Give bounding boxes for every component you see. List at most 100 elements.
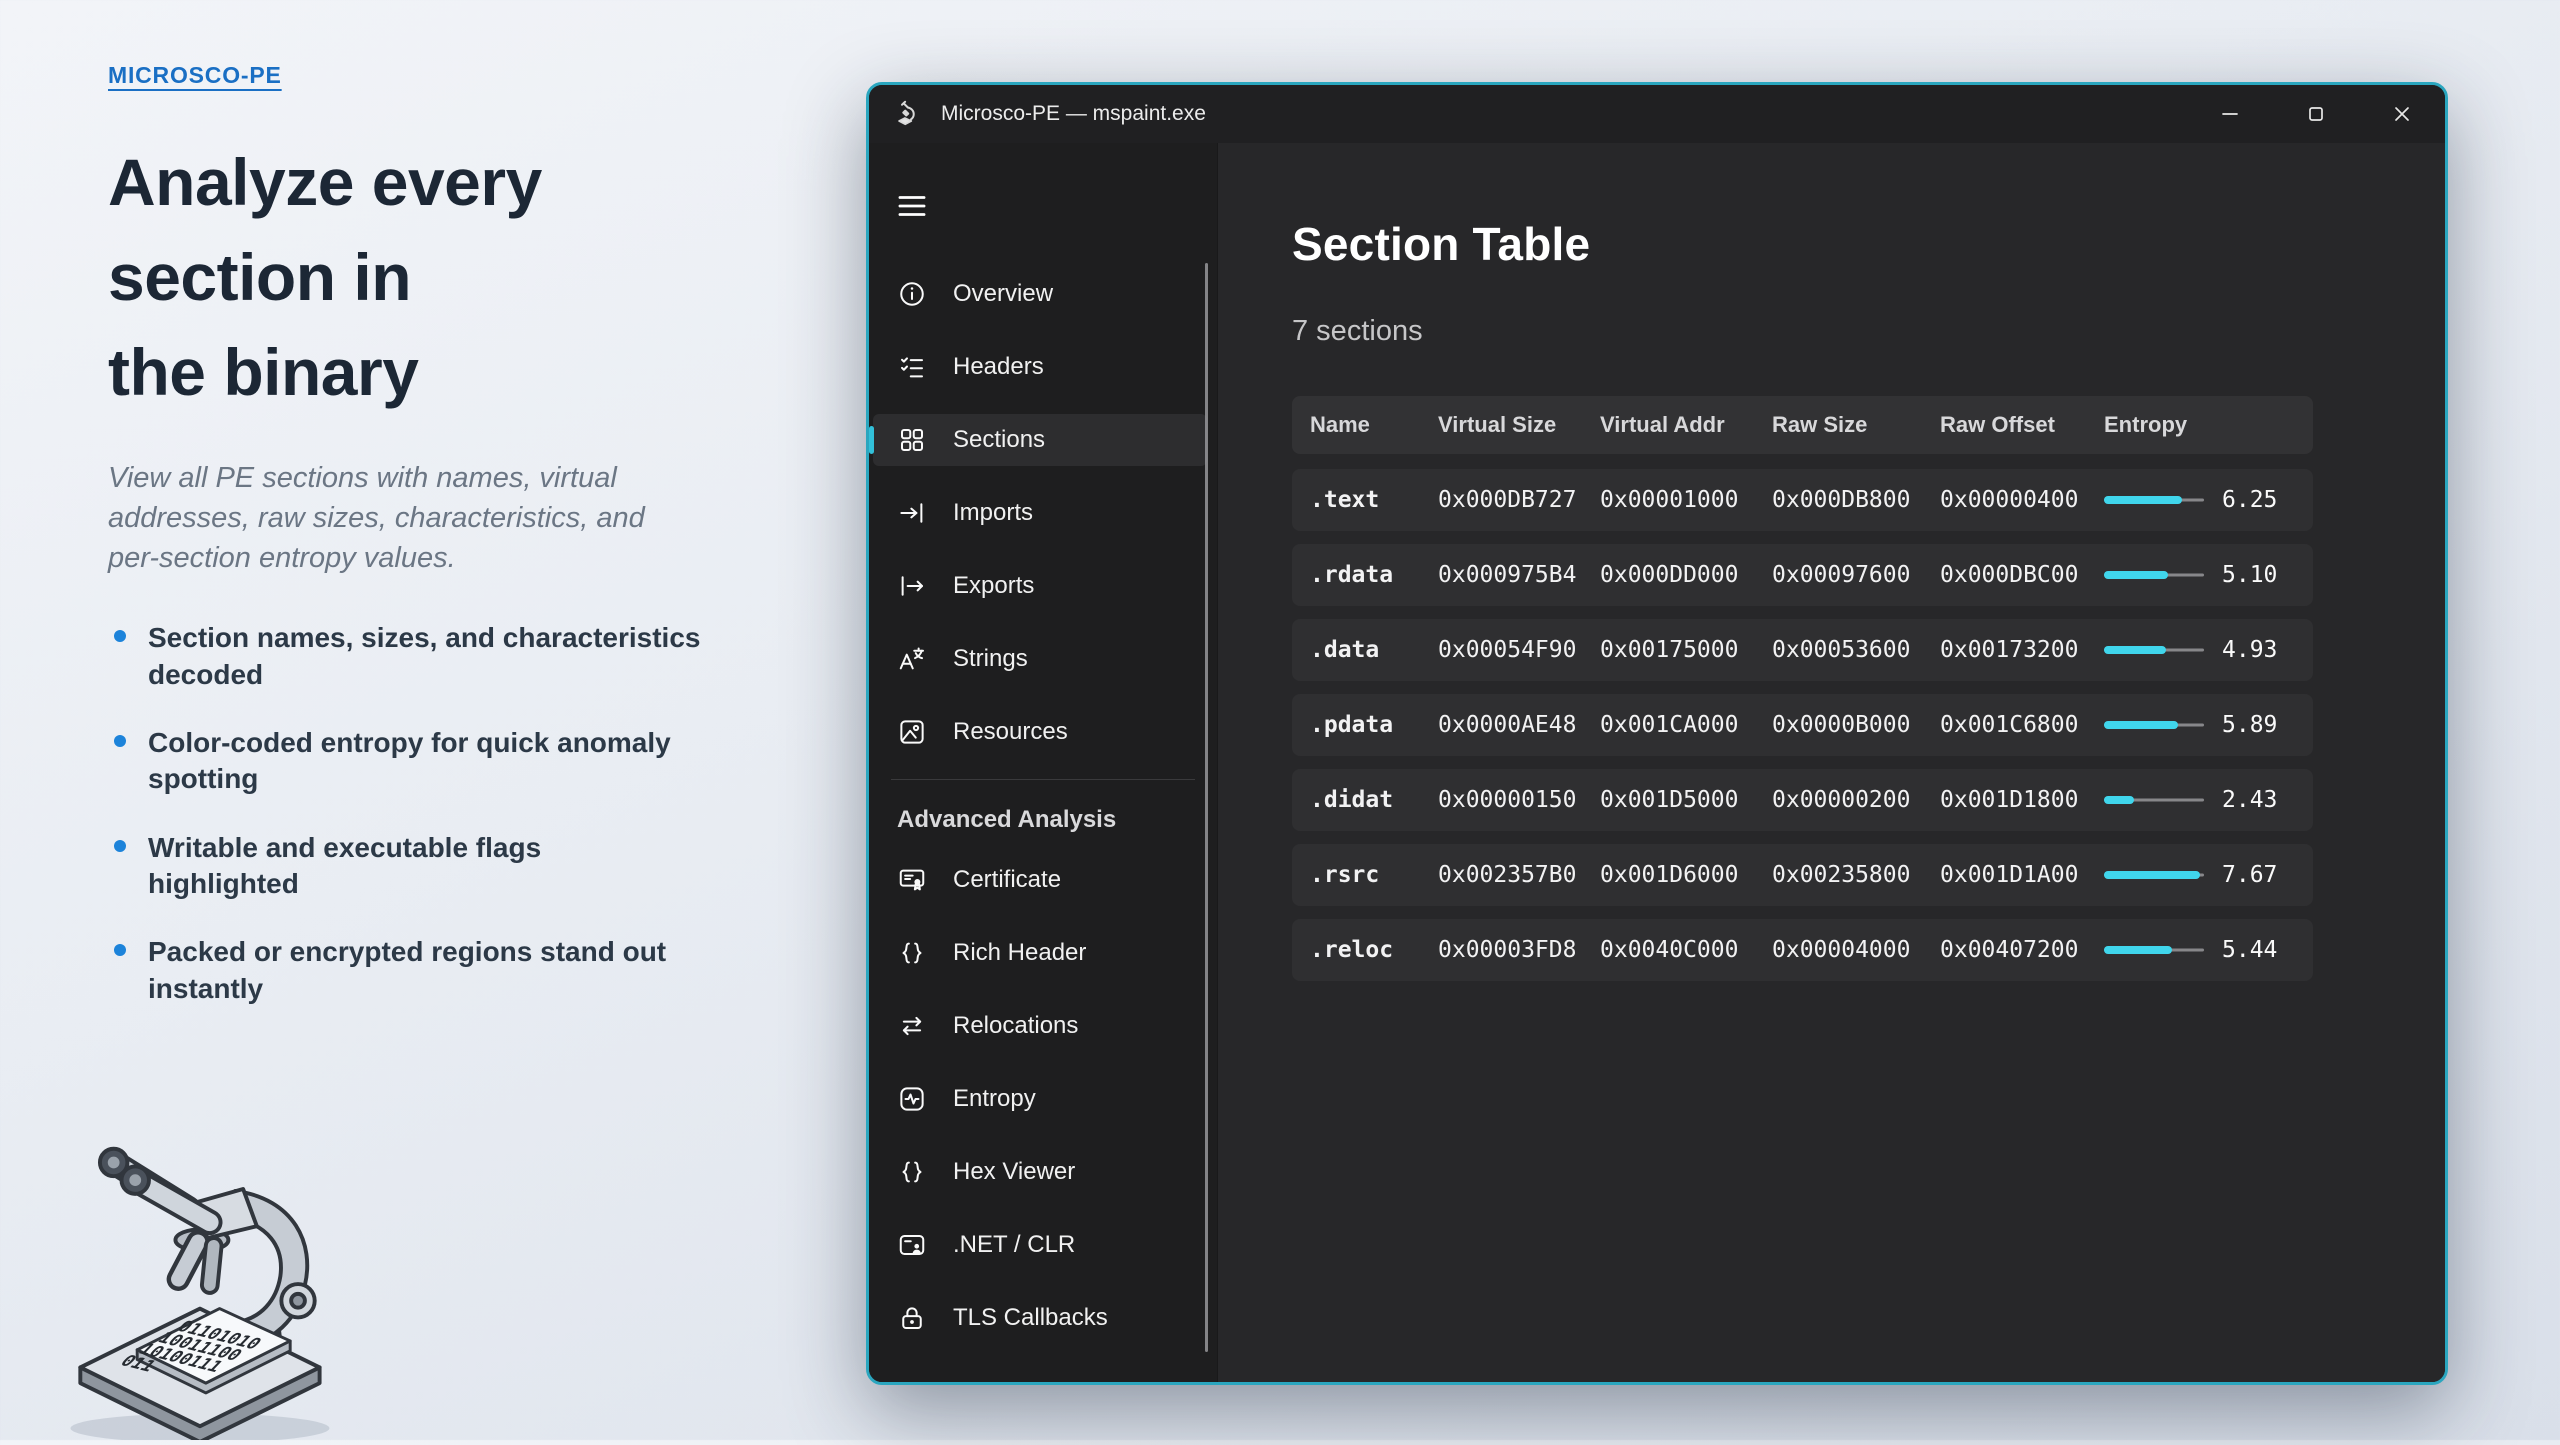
cell-virtual-addr: 0x0040C000 [1600,937,1772,963]
maximize-button[interactable] [2291,92,2341,136]
sidebar-item-label: Relocations [953,1012,1078,1040]
sidebar-scrollbar[interactable] [1205,263,1208,1352]
table-row[interactable]: .text 0x000DB727 0x00001000 0x000DB800 0… [1292,469,2313,531]
sidebar-item-imports[interactable]: Imports [873,487,1207,539]
entropy-bar [2104,720,2204,730]
entropy-cell: 7.67 [2104,862,2295,888]
table-row[interactable]: .reloc 0x00003FD8 0x0040C000 0x00004000 … [1292,919,2313,981]
bullet-text: Section names, sizes, and characteristic… [148,622,700,689]
sidebar-item-exports[interactable]: Exports [873,560,1207,612]
cell-virtual-addr: 0x000DD000 [1600,562,1772,588]
feature-bullet: Color-coded entropy for quick anomaly sp… [108,725,768,798]
window-titlebar: Microsco-PE — mspaint.exe [869,85,2445,143]
cell-raw-size: 0x0000B000 [1772,712,1940,738]
entropy-bar [2104,795,2204,805]
bullet-text: Writable and executable flags highlighte… [148,832,541,899]
feature-bullet: Section names, sizes, and characteristic… [108,620,768,693]
sidebar-item-label: Overview [953,280,1053,308]
table-row[interactable]: .data 0x00054F90 0x00175000 0x00053600 0… [1292,619,2313,681]
column-header-entropy: Entropy [2104,412,2295,438]
sidebar-item-label: Hex Viewer [953,1158,1075,1186]
cell-virtual-size: 0x000975B4 [1438,562,1600,588]
cell-virtual-size: 0x000DB727 [1438,487,1600,513]
hero-subtitle: View all PE sections with names, virtual… [108,458,768,578]
cell-virtual-size: 0x0000AE48 [1438,712,1600,738]
minimize-button[interactable] [2205,92,2255,136]
menu-button[interactable] [895,189,929,223]
sidebar-item-net-clr[interactable]: .NET / CLR [873,1219,1207,1271]
app-microscope-icon [893,99,923,129]
sidebar-nav-main: Overview Headers Sections Imports Export… [869,268,1217,758]
card-person-icon [897,1230,927,1260]
entropy-cell: 6.25 [2104,487,2295,513]
cell-raw-size: 0x00235800 [1772,862,1940,888]
brand-link[interactable]: MICROSCO-PE [108,62,282,89]
entropy-value: 6.25 [2222,487,2277,513]
entropy-value: 4.93 [2222,637,2277,663]
cell-section-name: .data [1310,637,1438,663]
entropy-cell: 2.43 [2104,787,2295,813]
arrow-import-icon [897,498,927,528]
sidebar-nav-advanced: Certificate Rich Header Relocations Entr… [869,854,1217,1344]
sidebar-item-certificate[interactable]: Certificate [873,854,1207,906]
table-row[interactable]: .rsrc 0x002357B0 0x001D6000 0x00235800 0… [1292,844,2313,906]
cell-raw-offset: 0x00173200 [1940,637,2104,663]
section-table: NameVirtual SizeVirtual AddrRaw SizeRaw … [1292,396,2313,981]
sidebar-item-label: Resources [953,718,1068,746]
table-row[interactable]: .didat 0x00000150 0x001D5000 0x00000200 … [1292,769,2313,831]
close-button[interactable] [2377,92,2427,136]
cell-section-name: .pdata [1310,712,1438,738]
entropy-cell: 4.93 [2104,637,2295,663]
translate-icon [897,644,927,674]
sidebar-divider [891,779,1195,780]
sidebar-item-tls-callbacks[interactable]: TLS Callbacks [873,1292,1207,1344]
cell-raw-offset: 0x000DBC00 [1940,562,2104,588]
table-body: .text 0x000DB727 0x00001000 0x000DB800 0… [1292,469,2313,981]
entropy-cell: 5.44 [2104,937,2295,963]
sidebar-item-label: Certificate [953,866,1061,894]
sidebar-item-sections[interactable]: Sections [873,414,1207,466]
arrow-export-icon [897,571,927,601]
sidebar-item-label: Strings [953,645,1028,673]
info-icon [897,279,927,309]
cell-section-name: .text [1310,487,1438,513]
entropy-bar-fill [2104,946,2172,954]
sidebar-item-relocations[interactable]: Relocations [873,1000,1207,1052]
entropy-bar [2104,945,2204,955]
sidebar-item-hex-viewer[interactable]: Hex Viewer [873,1146,1207,1198]
cell-virtual-size: 0x00000150 [1438,787,1600,813]
table-row[interactable]: .rdata 0x000975B4 0x000DD000 0x00097600 … [1292,544,2313,606]
cell-raw-offset: 0x00407200 [1940,937,2104,963]
image-icon [897,717,927,747]
sidebar-section-label: Advanced Analysis [869,806,1217,834]
entropy-bar-fill [2104,871,2200,879]
cell-raw-size: 0x00053600 [1772,637,1940,663]
table-row[interactable]: .pdata 0x0000AE48 0x001CA000 0x0000B000 … [1292,694,2313,756]
entropy-cell: 5.10 [2104,562,2295,588]
bullet-text: Color-coded entropy for quick anomaly sp… [148,727,671,794]
entropy-bar [2104,870,2204,880]
checklist-icon [897,352,927,382]
feature-bullet: Packed or encrypted regions stand out in… [108,934,768,1007]
sidebar-item-rich-header[interactable]: Rich Header [873,927,1207,979]
sidebar-item-headers[interactable]: Headers [873,341,1207,393]
sidebar-item-label: TLS Callbacks [953,1304,1108,1332]
lock-icon [897,1303,927,1333]
bullet-dot-icon [114,840,126,852]
sidebar-item-resources[interactable]: Resources [873,706,1207,758]
window-body: Overview Headers Sections Imports Export… [869,143,2445,1382]
cell-virtual-addr: 0x00001000 [1600,487,1772,513]
sidebar-item-overview[interactable]: Overview [873,268,1207,320]
sidebar-item-strings[interactable]: Strings [873,633,1207,685]
table-header: NameVirtual SizeVirtual AddrRaw SizeRaw … [1292,396,2313,454]
cell-virtual-size: 0x00054F90 [1438,637,1600,663]
cell-raw-size: 0x00000200 [1772,787,1940,813]
entropy-cell: 5.89 [2104,712,2295,738]
entropy-bar-fill [2104,721,2178,729]
cell-virtual-size: 0x00003FD8 [1438,937,1600,963]
column-header-raw-offset: Raw Offset [1940,412,2104,438]
headline: Analyze every section in the binary [108,135,768,420]
sidebar-item-label: .NET / CLR [953,1231,1075,1259]
sidebar-item-entropy[interactable]: Entropy [873,1073,1207,1125]
braces-icon [897,1157,927,1187]
